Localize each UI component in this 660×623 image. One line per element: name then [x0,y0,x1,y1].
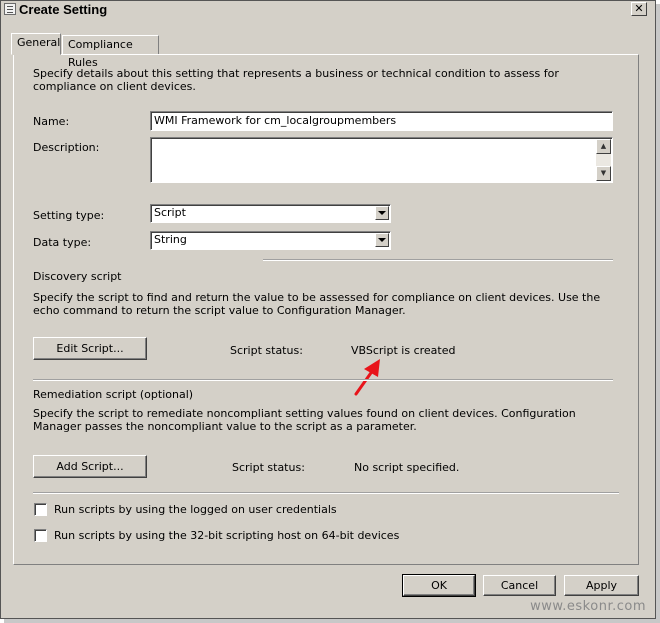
description-label: Description: [33,141,100,154]
close-button[interactable]: ✕ [631,2,647,16]
description-input[interactable]: ▲ ▼ [150,137,613,183]
intro-text: Specify details about this setting that … [33,67,559,93]
remediation-text: Specify the script to remediate noncompl… [33,407,576,433]
discovery-separator [263,259,613,261]
tab-general[interactable]: General [11,33,61,55]
description-scrollbar[interactable]: ▲ ▼ [596,139,611,181]
discovery-heading: Discovery script [33,270,122,283]
add-script-button[interactable]: Add Script... [33,455,147,478]
name-label: Name: [33,115,70,128]
data-type-select[interactable]: String [150,231,391,250]
setting-type-select[interactable]: Script [150,204,391,223]
chevron-down-icon[interactable] [375,233,389,247]
data-type-label: Data type: [33,236,92,249]
setting-type-value: Script [154,206,186,219]
remediation-separator [33,379,613,381]
setting-type-label: Setting type: [33,209,105,222]
edit-script-button[interactable]: Edit Script... [33,337,147,360]
window-shadow-bottom [4,619,660,623]
create-setting-dialog: Create Setting ✕ General Compliance Rule… [0,0,656,619]
32bit-host-checkbox[interactable] [34,529,47,542]
window-title: Create Setting [19,2,108,17]
logged-on-credentials-checkbox[interactable] [34,503,47,516]
scroll-down-icon[interactable]: ▼ [596,166,611,181]
tab-compliance-rules[interactable]: Compliance Rules [62,35,159,69]
chevron-down-icon[interactable] [375,206,389,220]
32bit-host-label: Run scripts by using the 32-bit scriptin… [54,529,400,542]
ok-button[interactable]: OK [402,574,476,597]
title-bar: Create Setting ✕ [1,1,655,20]
remediation-status-label: Script status: [232,461,305,474]
discovery-status-label: Script status: [230,344,303,357]
apply-button[interactable]: Apply [564,575,639,596]
window-icon [4,3,16,15]
watermark: www.eskonr.com [530,599,646,614]
options-separator [33,492,619,494]
name-input[interactable]: WMI Framework for cm_localgroupmembers [150,111,613,131]
scroll-up-icon[interactable]: ▲ [596,139,611,154]
cancel-button[interactable]: Cancel [483,575,556,596]
remediation-status-value: No script specified. [354,461,460,474]
data-type-value: String [154,233,187,246]
window-shadow-right [656,4,660,623]
red-arrow-icon [354,359,380,396]
remediation-heading: Remediation script (optional) [33,388,194,401]
logged-on-credentials-label: Run scripts by using the logged on user … [54,503,337,516]
discovery-text: Specify the script to find and return th… [33,291,601,317]
